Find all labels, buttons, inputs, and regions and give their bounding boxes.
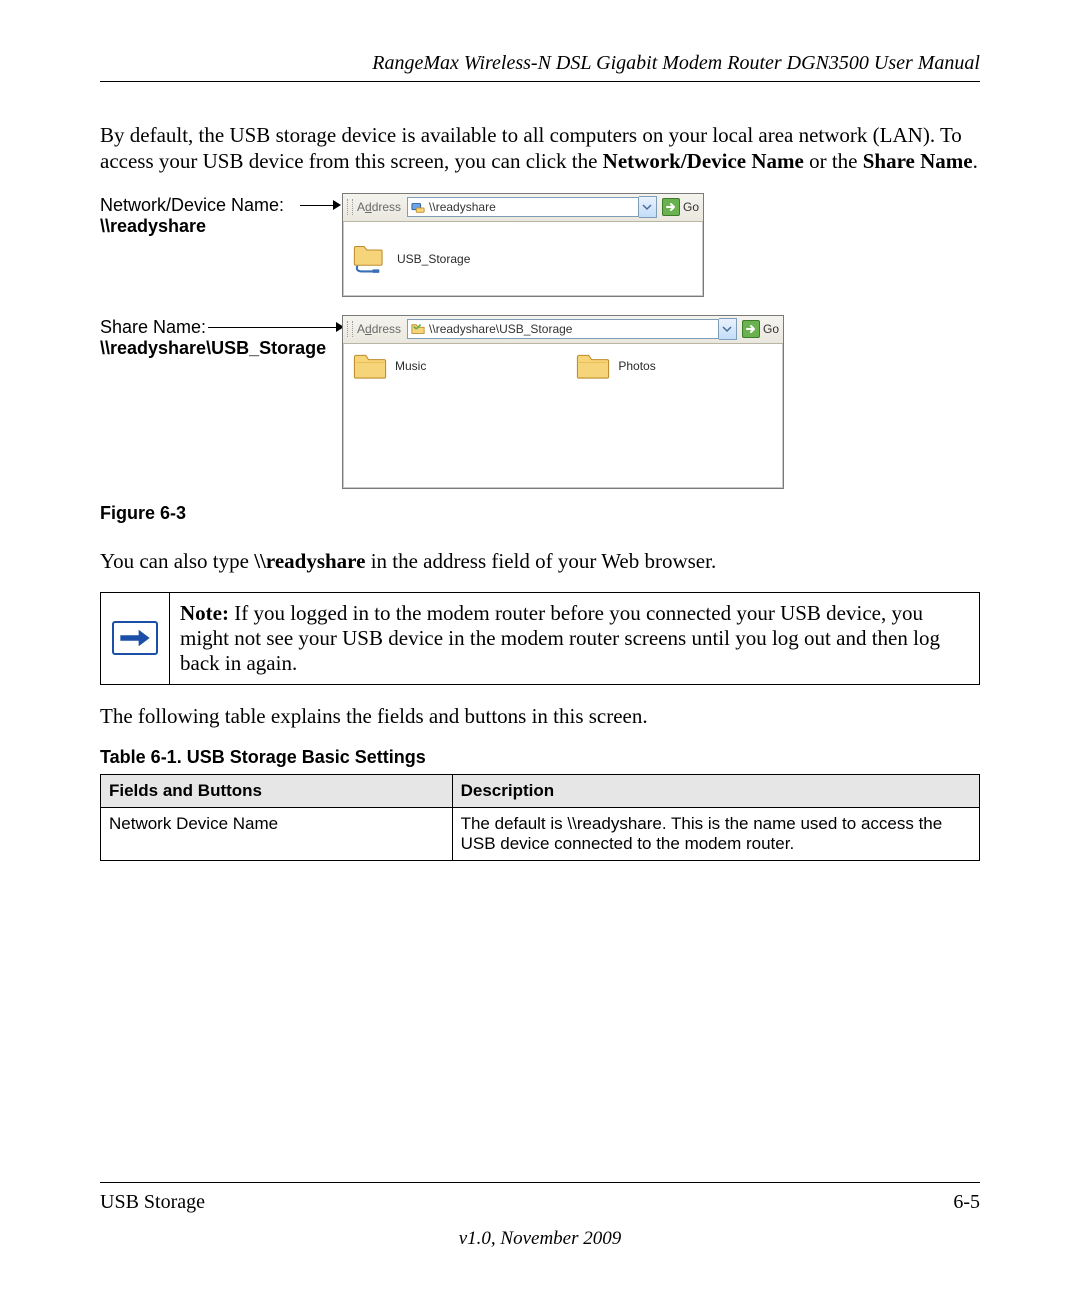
note-text: Note: If you logged in to the modem rout… [170, 592, 980, 684]
folder-icon [353, 352, 387, 380]
intro-bold-2: Share Name [863, 149, 973, 173]
network-icon [411, 200, 425, 214]
go-label-1: Go [683, 200, 699, 214]
header-title: RangeMax Wireless-N DSL Gigabit Modem Ro… [100, 52, 980, 75]
usb-storage-settings-table: Fields and Buttons Description Network D… [100, 774, 980, 861]
footer-section: USB Storage [100, 1191, 205, 1214]
go-label-2: Go [763, 322, 779, 336]
table-header-fields: Fields and Buttons [101, 775, 453, 808]
folder-name-music: Music [395, 359, 426, 373]
address-bar-2: Address \\readyshare\USB_Storage Go [343, 316, 783, 344]
note-arrow-icon [112, 621, 158, 655]
callout-network-device: Network/Device Name: \\readyshare [100, 195, 284, 238]
footer-page-number: 6-5 [953, 1191, 980, 1214]
explorer-window-1: Address \\readyshare Go [342, 193, 704, 297]
callout-line-2 [208, 327, 338, 328]
explorer-window-2: Address \\readyshare\USB_Storage Go [342, 315, 784, 489]
callout-network-device-value: \\readyshare [100, 216, 206, 236]
footer-rule [100, 1182, 980, 1183]
chevron-down-icon [722, 324, 732, 334]
callout-line-1 [300, 205, 335, 206]
callout-share-name-value: \\readyshare\USB_Storage [100, 338, 326, 358]
address-dropdown-1[interactable] [639, 196, 657, 218]
folder-item-photos[interactable]: Photos [576, 352, 655, 380]
intro-text-c: . [973, 149, 978, 173]
table-row: Network Device Name The default is \\rea… [101, 808, 980, 861]
explorer-body-1: USB_Storage [343, 222, 703, 296]
para2-a: You can also type [100, 549, 254, 573]
table-header-description: Description [452, 775, 979, 808]
footer-version: v1.0, November 2009 [100, 1228, 980, 1250]
open-folder-icon [411, 322, 425, 336]
address-value-2: \\readyshare\USB_Storage [429, 322, 572, 336]
folder-item-usb-storage[interactable]: USB_Storage [353, 244, 470, 274]
note-box: Note: If you logged in to the modem rout… [100, 592, 980, 685]
chevron-down-icon [642, 202, 652, 212]
explorer-body-2: Music Photos [343, 344, 783, 488]
folder-name-usb-storage: USB_Storage [397, 252, 470, 266]
folder-item-music[interactable]: Music [353, 352, 426, 380]
table-cell-description: The default is \\readyshare. This is the… [452, 808, 979, 861]
note-icon-cell [101, 592, 170, 684]
page-footer: USB Storage 6-5 v1.0, November 2009 [100, 1182, 980, 1250]
figure-caption: Figure 6-3 [100, 503, 980, 524]
para2-bold: \\readyshare [254, 549, 365, 573]
go-button-2[interactable]: Go [742, 319, 779, 339]
figure-6-3: Network/Device Name: \\readyshare Addres… [100, 193, 980, 493]
callout-share-name-title: Share Name: [100, 317, 206, 337]
gripper-icon [347, 199, 353, 215]
table-caption: Table 6-1. USB Storage Basic Settings [100, 747, 980, 768]
address-value-1: \\readyshare [429, 200, 496, 214]
note-body: If you logged in to the modem router bef… [180, 601, 940, 675]
para2-b: in the address field of your Web browser… [365, 549, 716, 573]
table-header-row: Fields and Buttons Description [101, 775, 980, 808]
note-label: Note: [180, 601, 229, 625]
go-arrow-icon [742, 320, 760, 338]
table-cell-field: Network Device Name [101, 808, 453, 861]
intro-text-b: or the [804, 149, 863, 173]
go-arrow-icon [662, 198, 680, 216]
go-button-1[interactable]: Go [662, 197, 699, 217]
intro-bold-1: Network/Device Name [603, 149, 804, 173]
callout-share-name: Share Name: \\readyshare\USB_Storage [100, 317, 326, 360]
network-folder-icon [353, 244, 389, 274]
address-label-2: Address [357, 322, 401, 336]
address-input-2[interactable]: \\readyshare\USB_Storage [407, 319, 719, 339]
address-dropdown-2[interactable] [719, 318, 737, 340]
address-label-1: Address [357, 200, 401, 214]
paragraph-readyshare: You can also type \\readyshare in the ad… [100, 548, 980, 574]
address-bar-1: Address \\readyshare Go [343, 194, 703, 222]
address-input-1[interactable]: \\readyshare [407, 197, 639, 217]
callout-network-device-title: Network/Device Name: [100, 195, 284, 215]
header-rule [100, 81, 980, 82]
folder-name-photos: Photos [618, 359, 655, 373]
callout-arrow-1 [333, 200, 341, 210]
paragraph-table-intro: The following table explains the fields … [100, 703, 980, 729]
folder-icon [576, 352, 610, 380]
gripper-icon [347, 321, 353, 337]
intro-paragraph: By default, the USB storage device is av… [100, 122, 980, 175]
